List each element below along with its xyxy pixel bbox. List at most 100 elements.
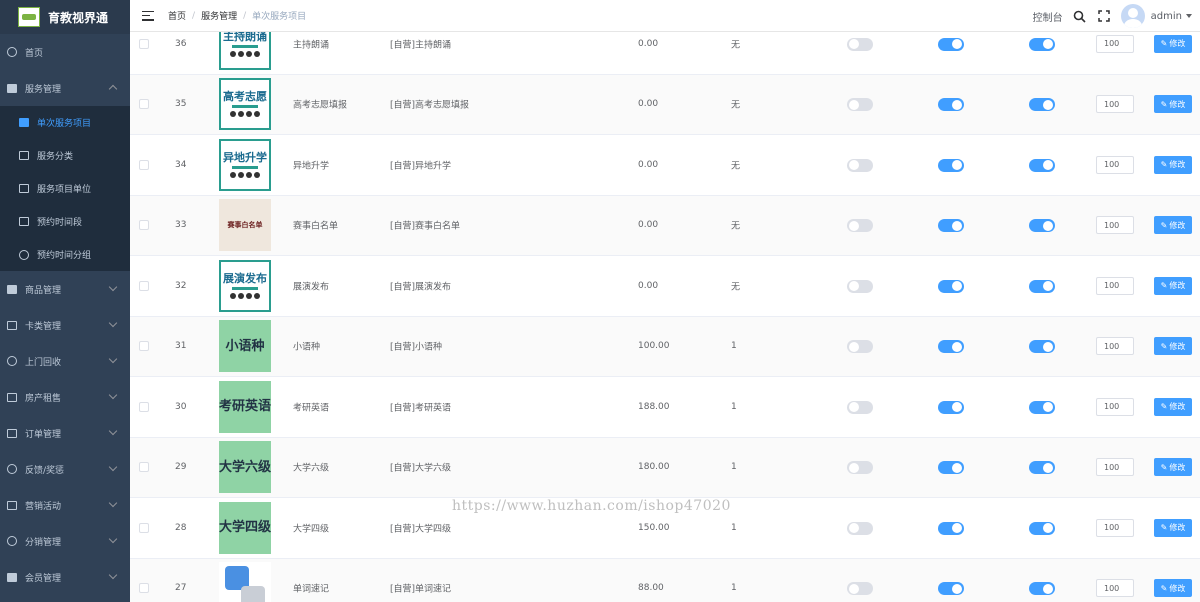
sort-input[interactable]: 100 xyxy=(1096,216,1134,235)
service-thumbnail[interactable]: 主持朗诵 xyxy=(219,32,271,70)
console-link[interactable]: 控制台 xyxy=(1033,9,1063,24)
username[interactable]: admin xyxy=(1151,11,1182,22)
sidebar-subitem-single-service[interactable]: 单次服务项目 xyxy=(0,106,130,139)
toggle-switch-1[interactable] xyxy=(847,37,873,51)
sort-input[interactable]: 100 xyxy=(1096,337,1134,356)
cell-name: 展演发布 xyxy=(293,282,330,293)
toggle-switch-2[interactable] xyxy=(938,219,964,233)
sidebar-item-card[interactable]: 卡类管理 xyxy=(0,307,130,343)
sort-input[interactable]: 100 xyxy=(1096,518,1134,537)
sidebar-subitem-service-category[interactable]: 服务分类 xyxy=(0,139,130,172)
breadcrumb-service-mgmt[interactable]: 服务管理 xyxy=(201,9,237,22)
row-checkbox[interactable] xyxy=(139,220,149,231)
row-checkbox[interactable] xyxy=(139,462,149,473)
sidebar-subitem-service-unit[interactable]: 服务项目单位 xyxy=(0,172,130,205)
toggle-switch-3[interactable] xyxy=(1029,461,1055,475)
toggle-switch-1[interactable] xyxy=(847,461,873,475)
sidebar-item-distribution[interactable]: 分销管理 xyxy=(0,523,130,559)
sidebar-item-property[interactable]: 房产租售 xyxy=(0,379,130,415)
toggle-switch-3[interactable] xyxy=(1029,37,1055,51)
menu-toggle-icon[interactable] xyxy=(142,10,154,21)
edit-button[interactable]: ✎ 修改 xyxy=(1154,155,1192,174)
row-checkbox[interactable] xyxy=(139,401,149,412)
toggle-switch-3[interactable] xyxy=(1029,582,1055,596)
avatar[interactable] xyxy=(1120,4,1145,28)
service-thumbnail[interactable]: 高考志愿 xyxy=(219,78,271,131)
service-thumbnail[interactable]: 赛事白名单 xyxy=(219,199,271,252)
edit-button[interactable]: ✎ 修改 xyxy=(1154,34,1192,53)
edit-button[interactable]: ✎ 修改 xyxy=(1154,518,1192,537)
row-checkbox[interactable] xyxy=(139,99,149,110)
service-thumbnail[interactable]: 展演发布 xyxy=(219,259,271,312)
service-thumbnail[interactable]: 大学六级 xyxy=(219,441,271,494)
service-thumbnail[interactable] xyxy=(219,562,271,602)
caret-down-icon[interactable] xyxy=(1186,14,1192,18)
sidebar-item-feedback[interactable]: 反馈/奖惩 xyxy=(0,451,130,487)
edit-button[interactable]: ✎ 修改 xyxy=(1154,276,1192,295)
toggle-switch-2[interactable] xyxy=(938,340,964,354)
chevron-down-icon xyxy=(108,282,118,292)
toggle-switch-2[interactable] xyxy=(938,521,964,535)
toggle-switch-2[interactable] xyxy=(938,582,964,596)
sort-input[interactable]: 100 xyxy=(1096,579,1134,598)
toggle-switch-1[interactable] xyxy=(847,279,873,293)
toggle-switch-3[interactable] xyxy=(1029,279,1055,293)
sort-input[interactable]: 100 xyxy=(1096,397,1134,416)
edit-button[interactable]: ✎ 修改 xyxy=(1154,216,1192,235)
toggle-switch-2[interactable] xyxy=(938,37,964,51)
sort-input[interactable]: 100 xyxy=(1096,155,1134,174)
toggle-switch-1[interactable] xyxy=(847,340,873,354)
row-checkbox[interactable] xyxy=(139,38,149,49)
edit-button[interactable]: ✎ 修改 xyxy=(1154,397,1192,416)
sidebar-item-service-mgmt[interactable]: 服务管理 xyxy=(0,70,130,106)
sort-input[interactable]: 100 xyxy=(1096,458,1134,477)
sort-input[interactable]: 100 xyxy=(1096,95,1134,114)
toggle-switch-3[interactable] xyxy=(1029,158,1055,172)
toggle-switch-1[interactable] xyxy=(847,582,873,596)
toggle-switch-1[interactable] xyxy=(847,400,873,414)
sort-input[interactable]: 100 xyxy=(1096,276,1134,295)
toggle-switch-2[interactable] xyxy=(938,461,964,475)
service-thumbnail[interactable]: 大学四级 xyxy=(219,501,271,554)
cell-price: 180.00 xyxy=(638,462,670,473)
sidebar-item-goods[interactable]: 商品管理 xyxy=(0,271,130,307)
row-checkbox[interactable] xyxy=(139,583,149,594)
toggle-switch-1[interactable] xyxy=(847,98,873,112)
toggle-switch-3[interactable] xyxy=(1029,521,1055,535)
row-checkbox[interactable] xyxy=(139,280,149,291)
toggle-switch-2[interactable] xyxy=(938,400,964,414)
category-icon xyxy=(18,150,30,162)
search-icon[interactable] xyxy=(1073,9,1087,23)
toggle-switch-1[interactable] xyxy=(847,521,873,535)
sidebar-item-home[interactable]: 首页 xyxy=(0,34,130,70)
row-checkbox[interactable] xyxy=(139,522,149,533)
row-checkbox[interactable] xyxy=(139,159,149,170)
toggle-switch-2[interactable] xyxy=(938,158,964,172)
toggle-switch-2[interactable] xyxy=(938,279,964,293)
sidebar-subitem-time-group[interactable]: 预约时间分组 xyxy=(0,238,130,271)
edit-button[interactable]: ✎ 修改 xyxy=(1154,337,1192,356)
sidebar-item-members[interactable]: 会员管理 xyxy=(0,559,130,595)
toggle-switch-3[interactable] xyxy=(1029,98,1055,112)
sidebar-item-recycle[interactable]: 上门回收 xyxy=(0,343,130,379)
sidebar-item-marketing[interactable]: 营销活动 xyxy=(0,487,130,523)
brand[interactable]: 育教视界通 xyxy=(0,0,130,34)
edit-button[interactable]: ✎ 修改 xyxy=(1154,579,1192,598)
toggle-switch-3[interactable] xyxy=(1029,340,1055,354)
toggle-switch-3[interactable] xyxy=(1029,219,1055,233)
sort-input[interactable]: 100 xyxy=(1096,34,1134,53)
row-checkbox[interactable] xyxy=(139,341,149,352)
toggle-switch-2[interactable] xyxy=(938,98,964,112)
service-thumbnail[interactable]: 异地升学 xyxy=(219,138,271,191)
edit-button[interactable]: ✎ 修改 xyxy=(1154,458,1192,477)
sidebar-item-orders[interactable]: 订单管理 xyxy=(0,415,130,451)
toggle-switch-1[interactable] xyxy=(847,219,873,233)
toggle-switch-3[interactable] xyxy=(1029,400,1055,414)
fullscreen-icon[interactable] xyxy=(1097,9,1111,23)
service-thumbnail[interactable]: 小语种 xyxy=(219,320,271,373)
toggle-switch-1[interactable] xyxy=(847,158,873,172)
edit-button[interactable]: ✎ 修改 xyxy=(1154,95,1192,114)
service-thumbnail[interactable]: 考研英语 xyxy=(219,380,271,433)
breadcrumb-home[interactable]: 首页 xyxy=(168,9,186,22)
sidebar-subitem-time-slot[interactable]: 预约时间段 xyxy=(0,205,130,238)
